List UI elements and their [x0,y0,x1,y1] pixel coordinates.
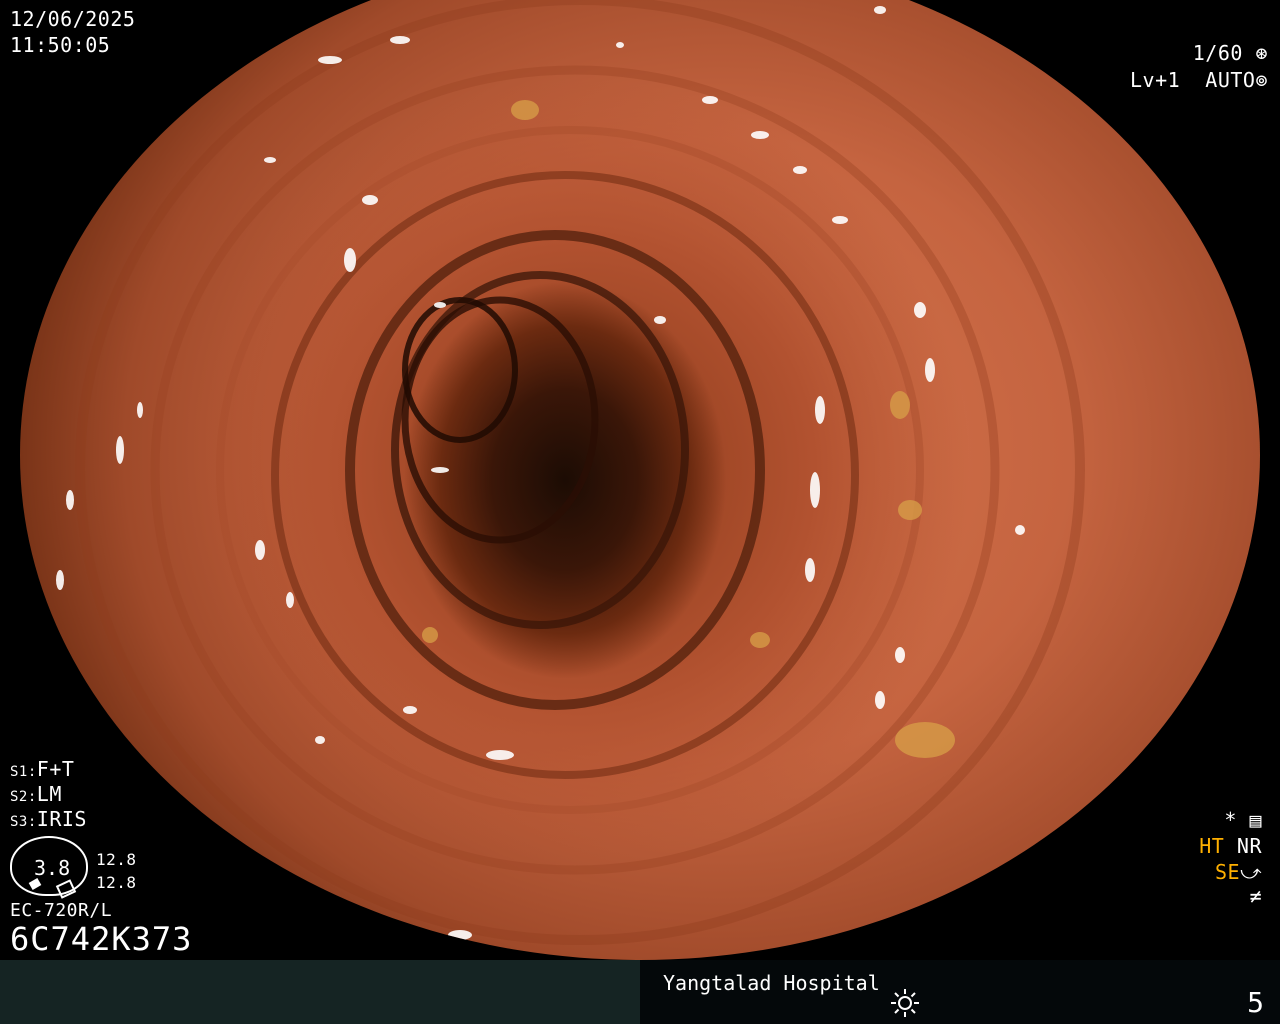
time-label: 11:50:05 [10,33,111,57]
setting-s2: S2:LM [10,782,62,809]
setting-s1: S1:F+T [10,757,74,784]
aperture-icon: ⊛ [1255,41,1268,65]
setting-value: F+T [36,757,75,781]
nr-label: NR [1236,834,1262,858]
ht-label: HT [1199,834,1225,858]
gauge-reading-b: 12.8 [96,873,137,892]
gauge-reading-a: 12.8 [96,850,137,869]
gauge-value: 3.8 [34,856,71,880]
setting-key: S1: [10,764,37,780]
exposure-mode: AUTO [1205,68,1256,92]
indicator-star: * ▤ [1224,808,1262,832]
bending-gauge: 3.8 [10,836,88,899]
setting-key: S3: [10,814,37,830]
indicator-ht-nr: HT NR [1199,834,1262,858]
exposure-level: Lv+1 AUTO⊚ [1130,68,1268,92]
scope-serial: 6C742K373 [10,920,193,958]
setting-key: S2: [10,789,37,805]
iris-icon: ⊚ [1255,68,1268,92]
footer-bar [0,960,1280,1024]
shutter-speed: 1/60 ⊛ [1193,41,1268,65]
footer-left-panel [0,960,640,1024]
indicator-se: SE⤻ [1215,860,1262,884]
page-number: 5 [1247,986,1264,1019]
setting-value: LM [36,782,62,806]
se-label: SE [1215,860,1241,884]
mucosa-texture [56,0,1085,945]
enhancement-curve-icon: ⤻ [1240,860,1262,884]
brightness-icon [890,988,920,1022]
level-value: Lv+1 [1130,68,1181,92]
star-label: * [1224,808,1237,832]
date-label: 12/06/2025 [10,7,136,31]
not-equal-icon: ≠ [1249,884,1262,908]
settings-panel-icon: ▤ [1249,808,1262,832]
setting-value: IRIS [36,807,87,831]
shutter-value: 1/60 [1192,41,1243,65]
setting-s3: S3:IRIS [10,807,87,834]
endoscopic-image [20,0,1260,960]
endoscopy-screen: 12/06/2025 11:50:05 1/60 ⊛ Lv+1 AUTO⊚ S1… [0,0,1280,1024]
hospital-name: Yangtalad Hospital [663,971,880,995]
